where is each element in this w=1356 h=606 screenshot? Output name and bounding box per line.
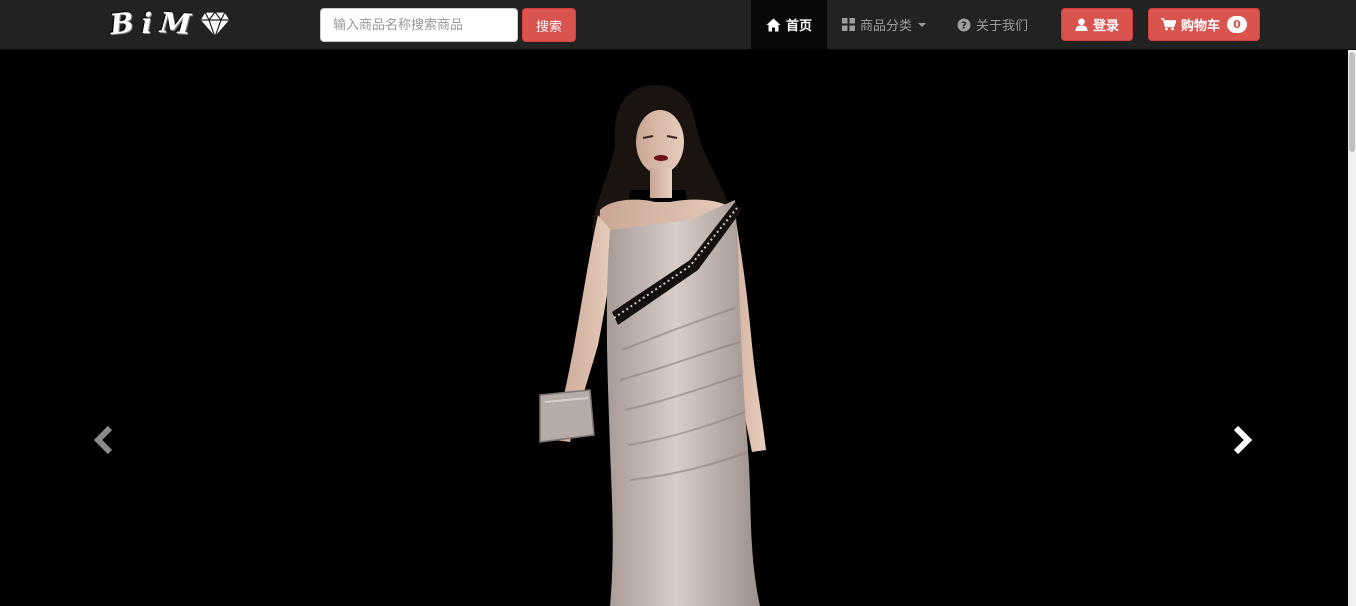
carousel-prev-button[interactable] — [84, 410, 124, 470]
navbar: B i M 搜索 首页 商品分类 ? 关于我们 — [0, 0, 1356, 50]
question-circle-icon: ? — [957, 18, 971, 32]
scrollbar-thumb[interactable] — [1349, 52, 1355, 152]
hero-carousel — [0, 50, 1348, 606]
cart-count-badge: 0 — [1227, 16, 1247, 33]
brand-letter-b: B — [108, 5, 136, 42]
chevron-right-icon — [1231, 425, 1253, 455]
diamond-icon — [199, 9, 232, 39]
nav-item-home[interactable]: 首页 — [751, 0, 827, 49]
carousel-next-button[interactable] — [1222, 410, 1262, 470]
carousel-slide-image — [0, 50, 1348, 606]
caret-down-icon — [918, 22, 927, 27]
grid-icon — [842, 18, 855, 31]
brand-letter-i: i — [141, 7, 153, 40]
brand-letter-m: M — [159, 5, 193, 42]
svg-text:?: ? — [961, 20, 967, 31]
home-icon — [766, 18, 781, 32]
cart-button[interactable]: 购物车 0 — [1148, 8, 1260, 41]
nav-item-about[interactable]: ? 关于我们 — [957, 0, 1028, 49]
search-button[interactable]: 搜索 — [522, 8, 576, 42]
cart-label: 购物车 — [1180, 19, 1220, 34]
brand-logo[interactable]: B i M — [108, 5, 232, 42]
nav-item-label: 首页 — [785, 19, 812, 34]
nav-item-label: 关于我们 — [976, 19, 1029, 34]
login-label: 登录 — [1092, 19, 1119, 34]
page-scrollbar[interactable] — [1348, 50, 1356, 606]
nav-item-categories[interactable]: 商品分类 — [842, 0, 927, 49]
shopping-cart-icon — [1160, 18, 1176, 31]
user-icon — [1075, 18, 1088, 31]
login-button[interactable]: 登录 — [1061, 8, 1133, 41]
search-input[interactable] — [320, 8, 518, 42]
chevron-left-icon — [93, 425, 115, 455]
nav-item-label: 商品分类 — [860, 19, 913, 34]
